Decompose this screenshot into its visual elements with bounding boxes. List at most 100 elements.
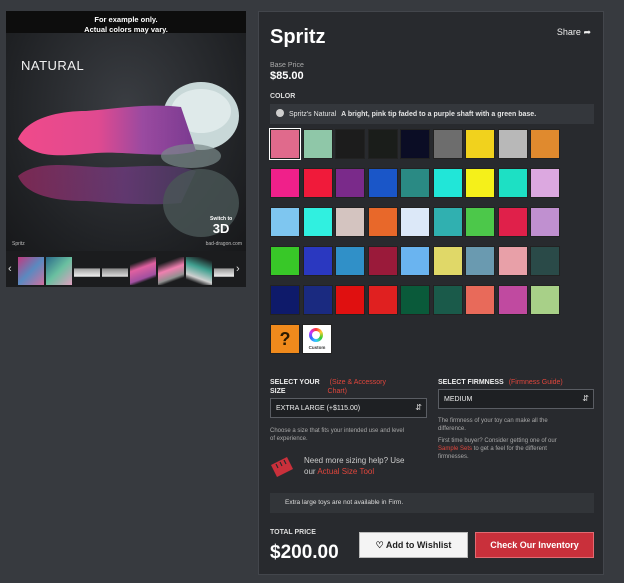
color-swatch[interactable]	[400, 246, 430, 276]
color-swatch[interactable]	[302, 129, 333, 159]
chevron-left-icon[interactable]: ‹	[8, 263, 12, 275]
color-swatch[interactable]	[530, 285, 560, 315]
image-color-label: NATURAL	[21, 58, 85, 73]
color-swatch[interactable]	[432, 129, 463, 159]
color-swatch[interactable]	[367, 285, 398, 315]
color-swatch[interactable]	[465, 207, 495, 237]
color-swatch[interactable]	[465, 129, 495, 159]
color-swatch[interactable]	[302, 207, 333, 237]
color-swatch[interactable]	[270, 246, 300, 276]
switch-3d-big-text: 3D	[212, 221, 230, 236]
ruler-icon	[271, 457, 293, 477]
color-swatch[interactable]	[367, 129, 398, 159]
color-swatch[interactable]	[530, 246, 560, 276]
select-caret-icon: ⇵	[582, 394, 589, 403]
thumbnail-1[interactable]	[18, 257, 44, 285]
color-disclaimer: For example only. Actual colors may vary…	[6, 11, 246, 34]
product-image[interactable]: For example only. Actual colors may vary…	[6, 11, 246, 251]
color-swatch[interactable]	[270, 168, 300, 198]
color-swatch[interactable]	[530, 129, 560, 159]
color-wheel-icon	[309, 328, 323, 342]
check-inventory-button[interactable]: Check Our Inventory	[475, 532, 594, 558]
thumbnail-8[interactable]	[214, 257, 234, 285]
color-swatch[interactable]	[335, 207, 365, 237]
color-swatch[interactable]	[497, 207, 528, 237]
color-swatch[interactable]	[335, 168, 365, 198]
chevron-right-icon[interactable]: ›	[236, 263, 240, 275]
thumbnail-5[interactable]	[130, 257, 156, 285]
color-swatch[interactable]	[367, 207, 398, 237]
size-help-line-1: Choose a size that fits your intended us…	[270, 428, 405, 434]
color-swatch[interactable]	[302, 168, 333, 198]
color-swatch[interactable]	[400, 207, 430, 237]
color-swatch[interactable]	[302, 246, 333, 276]
size-help-text: Choose a size that fits your intended us…	[270, 427, 404, 443]
thumbnail-6[interactable]	[158, 257, 184, 285]
thumbnail-strip: ‹ ›	[6, 255, 246, 287]
color-swatch[interactable]	[465, 168, 495, 198]
base-price-label: Base Price	[270, 62, 304, 69]
color-swatch[interactable]	[432, 246, 463, 276]
mystery-color-swatch[interactable]: ?	[270, 324, 300, 354]
wishlist-label: Add to Wishlist	[385, 540, 452, 550]
share-button[interactable]: Share ➦	[557, 27, 591, 38]
add-to-wishlist-button[interactable]: ♡ Add to Wishlist	[359, 532, 468, 558]
share-label: Share	[556, 27, 581, 37]
firmness-help-line-1: The firmness of your toy can make all th…	[438, 418, 548, 424]
thumbnail-7[interactable]	[186, 257, 212, 285]
color-swatch[interactable]	[530, 168, 560, 198]
thumbnail-4[interactable]	[102, 257, 128, 285]
firmness-select[interactable]: MEDIUM ⇵	[438, 389, 594, 409]
size-chart-link-cont[interactable]: Chart)	[328, 388, 347, 395]
color-swatch[interactable]	[270, 207, 300, 237]
color-swatch[interactable]	[497, 129, 528, 159]
color-swatch[interactable]	[465, 285, 495, 315]
color-swatch[interactable]	[335, 285, 365, 315]
color-swatch[interactable]	[269, 128, 301, 160]
custom-color-swatch[interactable]: Custom	[302, 324, 332, 354]
color-swatch[interactable]	[367, 168, 398, 198]
select-caret-icon: ⇵	[415, 403, 422, 412]
firmness-guide-link[interactable]: (Firmness Guide)	[509, 379, 563, 386]
color-swatch[interactable]	[400, 285, 430, 315]
color-swatch[interactable]	[400, 168, 430, 198]
color-swatch[interactable]	[367, 246, 398, 276]
color-swatch[interactable]	[335, 129, 365, 159]
size-chart-link[interactable]: (Size & Accessory	[330, 379, 386, 386]
size-select[interactable]: EXTRA LARGE (+$115.00) ⇵	[270, 398, 427, 418]
color-swatch[interactable]	[465, 246, 495, 276]
thumbnail-2[interactable]	[46, 257, 72, 285]
color-swatch[interactable]	[400, 129, 430, 159]
color-swatch[interactable]	[302, 285, 333, 315]
color-swatch[interactable]	[432, 207, 463, 237]
product-photo-icon	[18, 82, 239, 237]
color-swatch[interactable]	[432, 285, 463, 315]
size-selected-value: EXTRA LARGE (+$115.00)	[276, 405, 361, 412]
thumbnail-3[interactable]	[74, 257, 100, 285]
size-firmness-warning: Extra large toys are not available in Fi…	[270, 493, 594, 513]
total-price-value: $200.00	[270, 542, 339, 563]
color-swatch[interactable]	[270, 285, 300, 315]
total-price-label: TOTAL PRICE	[270, 529, 316, 536]
color-section-label: COLOR	[270, 93, 296, 100]
sizing-help: Need more sizing help? Use our Actual Si…	[271, 455, 461, 481]
product-gallery: For example only. Actual colors may vary…	[6, 11, 246, 287]
color-swatch[interactable]	[497, 168, 528, 198]
actual-size-tool-link[interactable]: Actual Size Tool	[317, 467, 374, 476]
sizing-help-prefix: our	[304, 467, 318, 476]
color-swatch[interactable]	[432, 168, 463, 198]
size-label: SELECT YOUR (Size & Accessory SIZE Chart…	[270, 378, 386, 396]
size-label-line-1: SELECT YOUR	[270, 379, 320, 386]
color-swatch[interactable]	[497, 285, 528, 315]
image-watermark: bad-dragon.com	[205, 241, 242, 247]
color-swatch[interactable]	[335, 246, 365, 276]
selected-color-name: Spritz's Natural	[288, 111, 337, 118]
size-help-line-2: of experience.	[270, 436, 308, 442]
selected-color-detail: A bright, pink tip faded to a purple sha…	[341, 111, 537, 118]
color-swatch[interactable]	[497, 246, 528, 276]
product-title: Spritz	[270, 26, 326, 48]
palette-icon	[276, 109, 284, 117]
sample-sets-link[interactable]: Sample Sets	[438, 446, 472, 452]
color-swatch[interactable]	[530, 207, 560, 237]
switch-to-3d-button[interactable]: Switch to 3D	[210, 216, 232, 235]
